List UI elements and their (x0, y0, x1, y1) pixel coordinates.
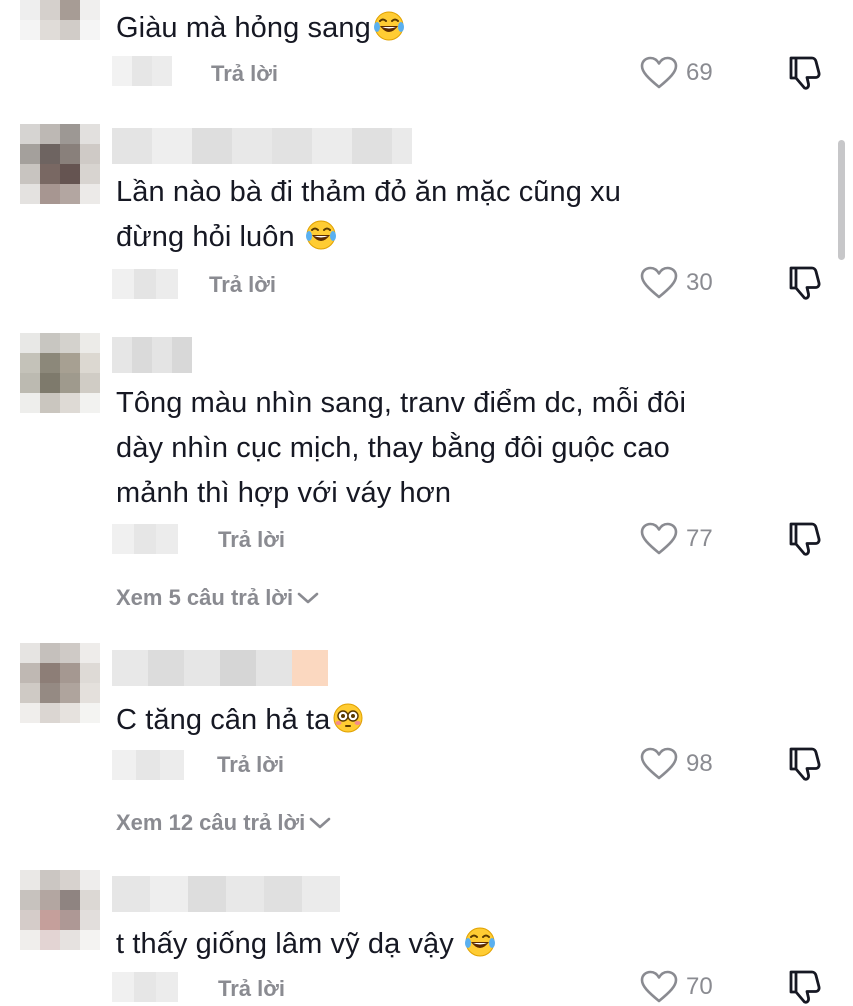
like-count: 98 (686, 750, 713, 777)
laughing-emoji-icon (305, 219, 337, 251)
avatar[interactable] (20, 333, 100, 413)
like-button[interactable]: 30 (640, 266, 713, 300)
like-count: 69 (686, 59, 713, 86)
username[interactable] (112, 128, 412, 164)
like-button[interactable]: 77 (640, 522, 713, 556)
comment-date (112, 56, 172, 86)
flushed-emoji-icon (332, 702, 364, 734)
comment-text-line: Giàu mà hỏng sang (116, 12, 371, 44)
comment-text-line: C tăng cân hả ta (116, 704, 331, 736)
like-count: 77 (686, 525, 713, 552)
like-button[interactable]: 69 (640, 56, 713, 90)
chevron-down-icon (295, 589, 321, 607)
comment-date (112, 524, 178, 554)
comment-text: Lần nào bà đi thảm đỏ ăn mặc cũng xu đừn… (116, 170, 621, 260)
username[interactable] (112, 650, 328, 686)
comment-text: Giàu mà hỏng sang (116, 6, 405, 51)
comment-text-line: Tông màu nhìn sang, tranv điểm dc, mỗi đ… (116, 387, 686, 419)
avatar[interactable] (20, 643, 100, 723)
comment-text-line: đừng hỏi luôn (116, 221, 303, 253)
heart-outline-icon (640, 522, 678, 556)
comment-text: Tông màu nhìn sang, tranv điểm dc, mỗi đ… (116, 381, 686, 516)
reply-button[interactable]: Trả lời (218, 976, 285, 1002)
heart-outline-icon (640, 56, 678, 90)
comment-text-line: Lần nào bà đi thảm đỏ ăn mặc cũng xu (116, 176, 621, 208)
laughing-emoji-icon (373, 10, 405, 42)
comment-text-line: t thấy giống lâm vỹ dạ vậy (116, 928, 463, 960)
comment-text-line: dày nhìn cục mịch, thay bằng đôi guộc ca… (116, 432, 670, 464)
like-button[interactable]: 98 (640, 747, 713, 781)
username[interactable] (112, 876, 340, 912)
reply-button[interactable]: Trả lời (217, 752, 284, 778)
comment-date (112, 750, 184, 780)
thumbs-down-icon[interactable] (785, 54, 823, 92)
comment-text: t thấy giống lâm vỹ dạ vậy (116, 922, 496, 967)
avatar[interactable] (20, 0, 100, 40)
reply-button[interactable]: Trả lời (209, 272, 276, 298)
reply-button[interactable]: Trả lời (218, 527, 285, 553)
heart-outline-icon (640, 747, 678, 781)
thumbs-down-icon[interactable] (785, 264, 823, 302)
view-replies-button[interactable]: Xem 12 câu trả lời (116, 810, 333, 836)
like-count: 70 (686, 973, 713, 1000)
comment-text-line: mảnh thì hợp với váy hơn (116, 477, 452, 509)
heart-outline-icon (640, 970, 678, 1004)
username[interactable] (112, 337, 192, 373)
like-count: 30 (686, 269, 713, 296)
view-replies-button[interactable]: Xem 5 câu trả lời (116, 585, 321, 611)
comment-date (112, 972, 178, 1002)
thumbs-down-icon[interactable] (785, 520, 823, 558)
scrollbar[interactable] (838, 140, 845, 260)
avatar[interactable] (20, 124, 100, 204)
view-replies-label: Xem 12 câu trả lời (116, 810, 306, 835)
thumbs-down-icon[interactable] (785, 745, 823, 783)
thumbs-down-icon[interactable] (785, 968, 823, 1006)
reply-button[interactable]: Trả lời (211, 61, 278, 87)
laughing-emoji-icon (464, 926, 496, 958)
view-replies-label: Xem 5 câu trả lời (116, 585, 294, 610)
heart-outline-icon (640, 266, 678, 300)
comment-date (112, 269, 178, 299)
avatar[interactable] (20, 870, 100, 950)
chevron-down-icon (307, 814, 333, 832)
comment-text: C tăng cân hả ta (116, 698, 364, 743)
like-button[interactable]: 70 (640, 970, 713, 1004)
